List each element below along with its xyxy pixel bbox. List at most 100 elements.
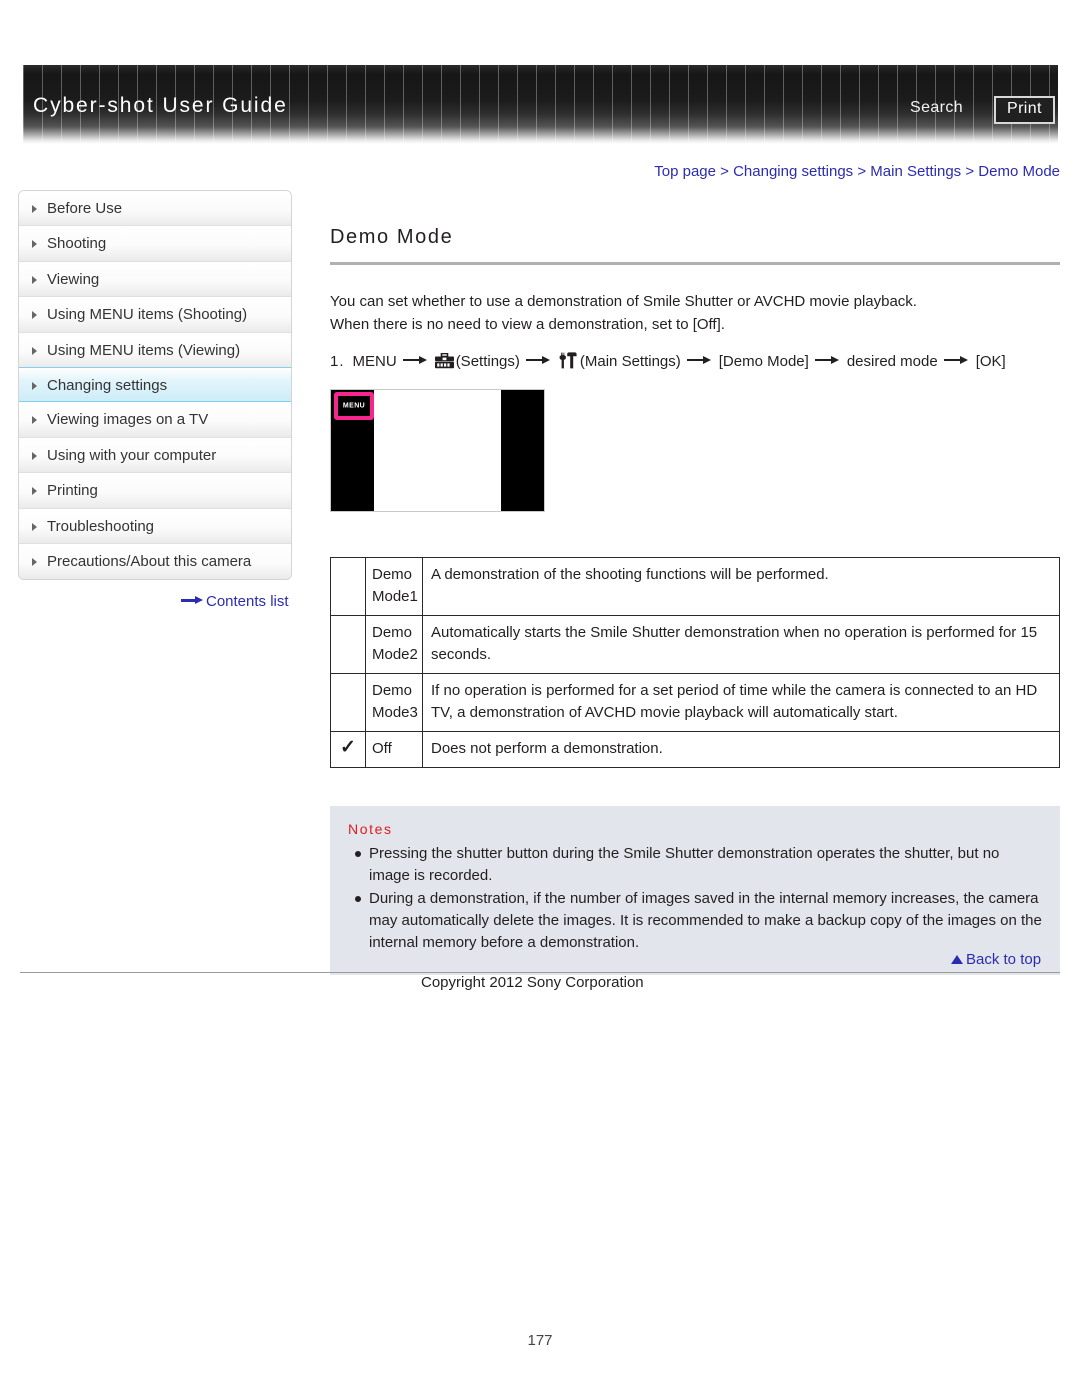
sidebar-item-label: Troubleshooting — [47, 517, 155, 535]
step-settings-label: (Settings) — [455, 353, 520, 370]
notes-heading: Notes — [348, 821, 393, 837]
triangle-right-icon — [32, 205, 37, 213]
menu-button-highlight: MENU — [334, 392, 374, 420]
check-icon: ✓ — [340, 737, 356, 758]
notes-list-item: Pressing the shutter button during the S… — [348, 843, 1042, 887]
breadcrumb-item-top-page[interactable]: Top page — [654, 163, 716, 180]
title-divider — [330, 262, 1060, 265]
arrow-right-icon — [525, 355, 552, 365]
sidebar-item-changing-settings[interactable]: Changing settings — [19, 366, 291, 403]
sidebar-nav: Before Use Shooting Viewing Using MENU i… — [18, 190, 292, 581]
step-demo-mode-label: [Demo Mode] — [718, 353, 809, 370]
camera-screen-illustration: MENU — [330, 389, 545, 512]
back-to-top-link[interactable]: Back to top — [951, 951, 1041, 968]
back-to-top-label: Back to top — [966, 951, 1042, 968]
footer-divider — [20, 972, 1060, 973]
triangle-up-icon — [951, 955, 963, 964]
step-instruction: 1. MENU (Settings) (Main Settings) [Demo Mod… — [330, 352, 1060, 373]
sidebar-item-label: Using with your computer — [47, 446, 217, 464]
table-cell-mode-name: Demo Mode3 — [365, 673, 423, 732]
table-cell-selected-indicator — [330, 673, 366, 732]
camera-screen-area — [374, 390, 503, 511]
arrow-right-icon — [814, 355, 841, 365]
sidebar-item-viewing-images-on-a-tv[interactable]: Viewing images on a TV — [19, 402, 291, 438]
intro-line-1: You can set whether to use a demonstrati… — [330, 293, 917, 310]
table-cell-description: Automatically starts the Smile Shutter d… — [422, 615, 1060, 674]
step-main-settings-label: (Main Settings) — [579, 353, 681, 370]
toolbox-icon — [434, 352, 454, 373]
triangle-right-icon — [32, 346, 37, 355]
sidebar-item-using-menu-items-viewing[interactable]: Using MENU items (Viewing) — [19, 332, 291, 368]
table-cell-selected-indicator: ✓ — [330, 731, 366, 768]
sidebar-item-using-with-your-computer[interactable]: Using with your computer — [19, 437, 291, 474]
sidebar-item-label: Precautions/About this camera — [47, 552, 252, 570]
notes-list-item: During a demonstration, if the number of… — [348, 888, 1042, 954]
breadcrumb-item-main-settings[interactable]: Main Settings — [870, 163, 961, 180]
step-desired-mode-label: desired mode — [846, 353, 938, 370]
triangle-right-icon — [32, 487, 37, 496]
table-cell-description: A demonstration of the shooting function… — [422, 557, 1060, 616]
main-content: Demo Mode You can set whether to use a d… — [330, 190, 1060, 975]
sidebar-item-label: Shooting — [47, 235, 107, 253]
contents-list-label: Contents list — [206, 593, 289, 610]
arrow-right-icon — [686, 355, 713, 365]
notes-list: Pressing the shutter button during the S… — [348, 843, 1042, 954]
contents-list-link[interactable]: Contents list — [181, 593, 289, 610]
breadcrumb: Top page > Changing settings > Main Sett… — [654, 163, 1060, 180]
sidebar-item-precautions-about-this-camera[interactable]: Precautions/About this camera — [19, 543, 291, 580]
table-cell-mode-name: Demo Mode1 — [365, 557, 423, 616]
triangle-right-icon — [32, 240, 37, 249]
breadcrumb-item-demo-mode[interactable]: Demo Mode — [978, 163, 1060, 180]
sidebar-item-label: Viewing — [47, 270, 100, 288]
arrow-right-icon — [181, 596, 203, 605]
sidebar-item-label: Printing — [47, 482, 98, 500]
menu-button-label: MENU — [342, 402, 366, 410]
sidebar-item-label: Using MENU items (Shooting) — [47, 306, 248, 324]
print-button[interactable]: Print — [994, 96, 1055, 124]
breadcrumb-separator: > — [857, 163, 867, 180]
sidebar-item-shooting[interactable]: Shooting — [19, 226, 291, 262]
table-row: Demo Mode3 If no operation is performed … — [330, 673, 1060, 732]
sidebar-item-using-menu-items-shooting[interactable]: Using MENU items (Shooting) — [19, 297, 291, 333]
search-button[interactable]: Search — [910, 99, 963, 117]
sidebar-item-before-use[interactable]: Before Use — [19, 191, 291, 227]
step-ok-label: [OK] — [975, 353, 1006, 370]
arrow-right-icon — [402, 355, 429, 365]
copyright-text: Copyright 2012 Sony Corporation — [421, 974, 644, 991]
triangle-right-icon — [32, 311, 37, 320]
page-title: Demo Mode — [330, 226, 454, 248]
demo-mode-options-table: Demo Mode1 A demonstration of the shooti… — [330, 557, 1060, 768]
triangle-right-icon — [32, 275, 37, 284]
wrench-screwdriver-icon — [558, 352, 578, 373]
breadcrumb-separator: > — [965, 163, 975, 180]
triangle-right-icon — [32, 381, 37, 390]
breadcrumb-separator: > — [720, 163, 729, 180]
sidebar-item-label: Changing settings — [47, 376, 168, 394]
table-cell-selected-indicator — [330, 615, 366, 674]
breadcrumb-item-changing-settings[interactable]: Changing settings — [733, 163, 853, 180]
table-row: ✓ Off Does not perform a demonstration. — [330, 731, 1060, 768]
camera-right-bar — [501, 390, 544, 511]
triangle-right-icon — [32, 416, 37, 425]
intro-text: You can set whether to use a demonstrati… — [330, 290, 1060, 336]
table-row: Demo Mode1 A demonstration of the shooti… — [330, 557, 1060, 616]
triangle-right-icon — [32, 557, 37, 566]
step-number: 1. — [330, 353, 345, 370]
table-cell-description: If no operation is performed for a set p… — [422, 673, 1060, 732]
sidebar-item-label: Before Use — [47, 200, 123, 217]
table-cell-description: Does not perform a demonstration. — [422, 731, 1060, 768]
sidebar-item-label: Viewing images on a TV — [47, 411, 209, 429]
sidebar-item-printing[interactable]: Printing — [19, 473, 291, 509]
sidebar-item-label: Using MENU items (Viewing) — [47, 341, 241, 359]
table-cell-mode-name: Demo Mode2 — [365, 615, 423, 674]
sidebar-item-troubleshooting[interactable]: Troubleshooting — [19, 508, 291, 544]
step-menu-label: MENU — [352, 353, 397, 370]
arrow-right-icon — [943, 355, 970, 365]
page-number: 177 — [527, 1332, 553, 1349]
sidebar-item-viewing[interactable]: Viewing — [19, 261, 291, 298]
table-cell-mode-name: Off — [365, 731, 423, 768]
triangle-right-icon — [32, 522, 37, 531]
intro-line-2: When there is no need to view a demonstr… — [330, 316, 725, 333]
notes-panel: Notes Pressing the shutter button during… — [330, 806, 1060, 975]
app-title: Cyber-shot User Guide — [33, 94, 288, 117]
